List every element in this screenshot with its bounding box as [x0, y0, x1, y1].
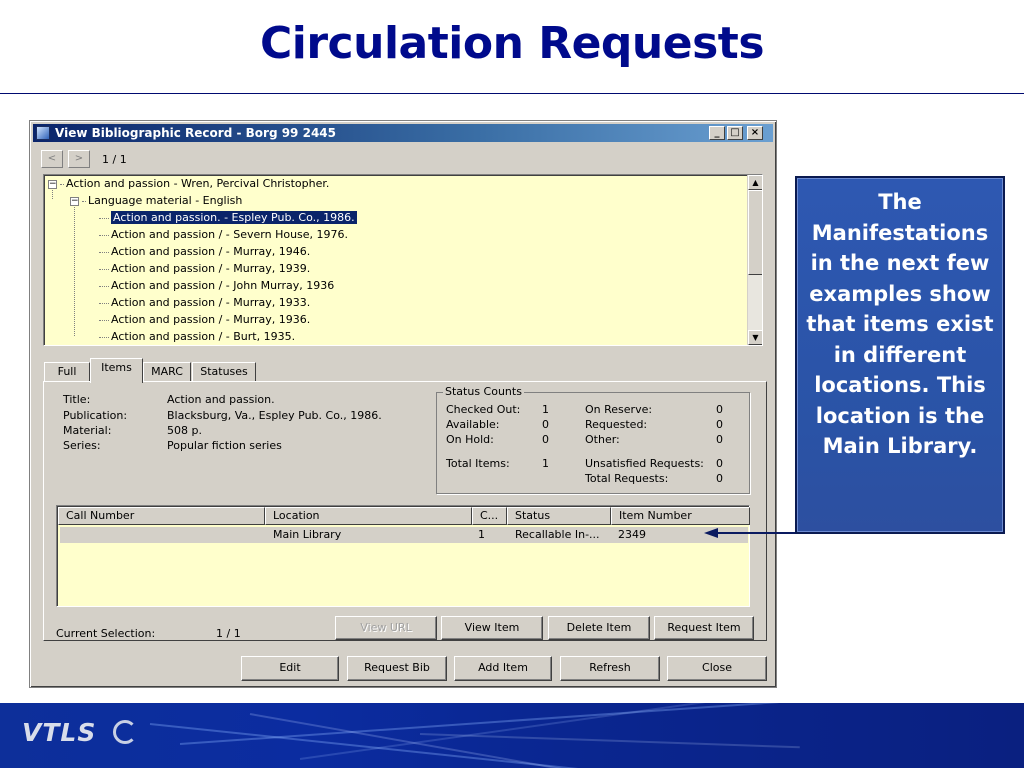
app-icon: [36, 126, 50, 140]
tree-language-node[interactable]: − Language material - English: [70, 193, 242, 209]
total-requests-value: 0: [716, 472, 723, 485]
tree-item-node[interactable]: Action and passion / - Murray, 1946.: [99, 244, 310, 260]
footer-banner: VTLS: [0, 703, 1024, 768]
publication-label: Publication:: [63, 409, 128, 422]
on-hold-label: On Hold:: [446, 433, 494, 446]
unsatisfied-requests-label: Unsatisfied Requests:: [585, 457, 704, 470]
request-item-button[interactable]: Request Item: [654, 616, 754, 640]
record-counter: 1 / 1: [102, 153, 127, 166]
cell-item-number: 2349: [618, 528, 646, 541]
cell-copy: 1: [478, 528, 485, 541]
tree-item-node[interactable]: Action and passion / - Murray, 1936.: [99, 312, 310, 328]
column-header-copy[interactable]: C...: [472, 507, 507, 525]
add-item-button[interactable]: Add Item: [454, 656, 552, 681]
previous-record-button[interactable]: <: [41, 150, 63, 168]
scroll-up-icon[interactable]: ▲: [748, 175, 762, 190]
window-title: View Bibliographic Record - Borg 99 2445: [55, 126, 336, 140]
close-window-button[interactable]: ×: [747, 126, 763, 140]
scroll-thumb[interactable]: [748, 190, 762, 275]
column-header-call-number[interactable]: Call Number: [58, 507, 265, 525]
collapse-icon[interactable]: −: [70, 196, 79, 206]
on-hold-value: 0: [542, 433, 549, 446]
tab-marc[interactable]: MARC: [143, 362, 191, 382]
other-value: 0: [716, 433, 723, 446]
tree-item-node[interactable]: Action and passion / - Murray, 1939.: [99, 261, 310, 277]
available-label: Available:: [446, 418, 500, 431]
publication-value: Blacksburg, Va., Espley Pub. Co., 1986.: [167, 409, 382, 422]
slide-title: Circulation Requests: [259, 18, 765, 69]
tree-item-node[interactable]: Action and passion / - Murray, 1933.: [99, 295, 310, 311]
tree-item-node[interactable]: Action and passion / - Burt, 1935.: [99, 329, 295, 345]
tree-item-node[interactable]: Action and passion / - Severn House, 197…: [99, 227, 348, 243]
delete-item-button[interactable]: Delete Item: [548, 616, 650, 640]
view-item-button[interactable]: View Item: [441, 616, 543, 640]
window-titlebar[interactable]: View Bibliographic Record - Borg 99 2445…: [33, 124, 773, 142]
vtls-logo: VTLS: [22, 718, 97, 747]
tab-full[interactable]: Full: [44, 362, 90, 382]
on-reserve-label: On Reserve:: [585, 403, 653, 416]
status-counts-legend: Status Counts: [443, 385, 524, 398]
checked-out-label: Checked Out:: [446, 403, 521, 416]
cell-status: Recallable In-...: [515, 528, 600, 541]
material-value: 508 p.: [167, 424, 202, 437]
current-selection-value: 1 / 1: [216, 627, 241, 640]
bib-tree[interactable]: − Action and passion - Wren, Percival Chr…: [43, 174, 763, 346]
callout-box: The Manifestations in the next few examp…: [795, 176, 1005, 534]
total-items-label: Total Items:: [446, 457, 510, 470]
column-header-status[interactable]: Status: [507, 507, 611, 525]
total-items-value: 1: [542, 457, 549, 470]
unsatisfied-requests-value: 0: [716, 457, 723, 470]
current-selection-label: Current Selection:: [56, 627, 156, 640]
collapse-icon[interactable]: −: [48, 179, 57, 189]
title-label: Title:: [63, 393, 91, 406]
checked-out-value: 1: [542, 403, 549, 416]
available-value: 0: [542, 418, 549, 431]
tree-item-node[interactable]: Action and passion / - John Murray, 1936: [99, 278, 334, 294]
close-button[interactable]: Close: [667, 656, 767, 681]
tree-scrollbar[interactable]: ▲ ▼: [747, 175, 762, 345]
items-grid[interactable]: Call Number Location C... Status Item Nu…: [56, 505, 750, 607]
view-url-button[interactable]: View URL: [335, 616, 437, 640]
other-label: Other:: [585, 433, 620, 446]
tab-items[interactable]: Items: [90, 358, 143, 383]
maximize-button[interactable]: □: [727, 126, 743, 140]
scroll-down-icon[interactable]: ▼: [748, 330, 762, 345]
title-divider: [0, 93, 1024, 94]
column-header-location[interactable]: Location: [265, 507, 472, 525]
series-value: Popular fiction series: [167, 439, 282, 452]
request-bib-button[interactable]: Request Bib: [347, 656, 447, 681]
material-label: Material:: [63, 424, 112, 437]
requested-value: 0: [716, 418, 723, 431]
edit-button[interactable]: Edit: [241, 656, 339, 681]
minimize-button[interactable]: _: [709, 126, 725, 140]
bib-record-window: View Bibliographic Record - Borg 99 2445…: [29, 120, 777, 688]
requested-label: Requested:: [585, 418, 648, 431]
globe-icon: [113, 720, 137, 744]
tree-item-node[interactable]: Action and passion. - Espley Pub. Co., 1…: [99, 210, 358, 226]
callout-text: The Manifestations in the next few examp…: [806, 190, 994, 458]
on-reserve-value: 0: [716, 403, 723, 416]
series-label: Series:: [63, 439, 101, 452]
total-requests-label: Total Requests:: [585, 472, 669, 485]
title-value: Action and passion.: [167, 393, 275, 406]
column-header-item-number[interactable]: Item Number: [611, 507, 750, 525]
refresh-button[interactable]: Refresh: [560, 656, 660, 681]
next-record-button[interactable]: >: [68, 150, 90, 168]
status-counts-group: Status Counts Checked Out: 1 Available: …: [436, 385, 750, 494]
tab-statuses[interactable]: Statuses: [192, 362, 256, 382]
cell-location: Main Library: [273, 528, 342, 541]
tree-root-node[interactable]: − Action and passion - Wren, Percival Chr…: [48, 176, 329, 192]
table-row[interactable]: Main Library 1 Recallable In-... 2349: [60, 527, 748, 543]
